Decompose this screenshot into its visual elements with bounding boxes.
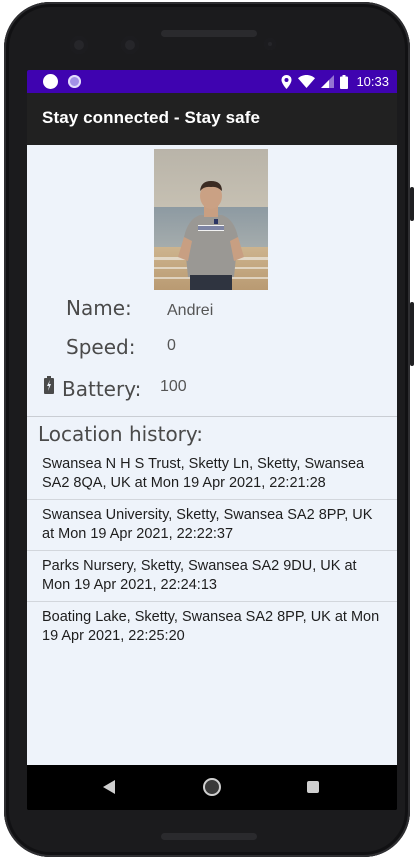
speed-label: Speed: bbox=[66, 335, 136, 359]
battery-value: 100 bbox=[160, 378, 187, 395]
back-icon[interactable] bbox=[103, 780, 115, 794]
app-title: Stay connected - Stay safe bbox=[42, 108, 261, 127]
proximity-sensor bbox=[264, 38, 276, 50]
battery-icon bbox=[340, 74, 349, 89]
list-item[interactable]: Swansea University, Sketty, Swansea SA2 … bbox=[27, 500, 397, 551]
home-icon[interactable] bbox=[203, 778, 221, 796]
list-item[interactable]: Swansea N H S Trust, Sketty Ln, Sketty, … bbox=[27, 449, 397, 500]
power-button bbox=[410, 187, 414, 221]
navigation-bar bbox=[27, 765, 397, 810]
user-photo bbox=[154, 149, 268, 290]
front-sensor bbox=[121, 36, 139, 54]
battery-label: Battery: bbox=[62, 377, 142, 401]
bottom-speaker bbox=[161, 833, 257, 840]
recents-icon[interactable] bbox=[307, 781, 319, 793]
status-time: 10:33 bbox=[356, 74, 389, 89]
location-history-list: Swansea N H S Trust, Sketty Ln, Sketty, … bbox=[27, 449, 397, 652]
section-divider bbox=[27, 416, 397, 417]
app-bar: Stay connected - Stay safe bbox=[27, 93, 397, 145]
location-history-title: Location history: bbox=[38, 422, 204, 446]
status-icons: 10:33 bbox=[281, 70, 389, 93]
signal-icon bbox=[321, 75, 335, 88]
battery-full-icon bbox=[44, 376, 54, 394]
notification-ring-icon bbox=[68, 75, 81, 88]
name-label: Name: bbox=[66, 296, 132, 320]
wifi-icon bbox=[298, 75, 316, 88]
front-camera bbox=[70, 36, 88, 54]
main-content: Name: Andrei Speed: 0 Battery: 100 Locat… bbox=[27, 145, 397, 765]
speed-value: 0 bbox=[167, 337, 176, 354]
list-item[interactable]: Parks Nursery, Sketty, Swansea SA2 9DU, … bbox=[27, 551, 397, 602]
list-item[interactable]: Boating Lake, Sketty, Swansea SA2 8PP, U… bbox=[27, 602, 397, 652]
earpiece-speaker bbox=[161, 30, 257, 37]
notification-dot-icon bbox=[43, 74, 58, 89]
device-screen: 10:33 Stay connected - Stay safe Name: A… bbox=[27, 70, 397, 810]
name-value: Andrei bbox=[167, 302, 214, 319]
volume-button bbox=[410, 302, 414, 366]
status-bar: 10:33 bbox=[27, 70, 397, 93]
phone-frame: 10:33 Stay connected - Stay safe Name: A… bbox=[4, 2, 414, 857]
location-icon bbox=[281, 74, 292, 89]
